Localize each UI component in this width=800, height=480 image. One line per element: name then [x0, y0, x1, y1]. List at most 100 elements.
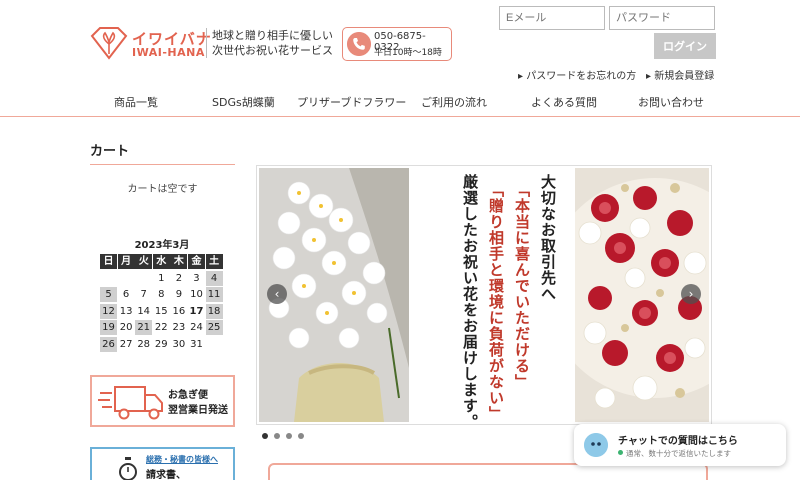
caret-right-icon: ▸: [646, 71, 655, 82]
calendar-day: 16: [172, 305, 186, 317]
nav-item-sdgs-orchid[interactable]: SDGs胡蝶蘭: [212, 94, 275, 110]
cart-title: カート: [90, 144, 130, 159]
nav-item-contact[interactable]: お問い合わせ: [638, 94, 704, 110]
slider-pagination: [262, 433, 322, 441]
hero-slider[interactable]: 大切なお取引先へ 「本当に喜んでいただける」 「贈り相手と環境に負荷がない」 厳…: [256, 165, 712, 425]
calendar-day: 9: [175, 289, 183, 300]
calendar-day: 30: [172, 338, 186, 350]
calendar-day: 21: [135, 320, 153, 335]
invoice-banner[interactable]: 総務・秘書の皆様へ 請求書、: [90, 447, 235, 480]
cart-empty-message: カートは空です: [127, 184, 198, 195]
slider-dot[interactable]: [286, 433, 292, 439]
stopwatch-icon: [119, 457, 137, 480]
logo-divider: [206, 28, 207, 58]
calendar-day: 1: [158, 272, 165, 284]
login-button[interactable]: ログイン: [654, 33, 716, 59]
register-link[interactable]: ▸ 新規会員登録: [646, 67, 714, 82]
calendar-day: 15: [154, 305, 168, 317]
tagline: 地球と贈り相手に優しい 次世代お祝い花サービス: [212, 28, 333, 58]
calendar-day: 13: [119, 305, 133, 317]
delivery-truck-icon: [98, 386, 163, 420]
phone-contact[interactable]: 050-6875-0322 平日10時〜18時: [342, 27, 452, 61]
calendar-empty-cell: [135, 271, 152, 286]
calendar-weekday: 土: [205, 254, 223, 269]
calendar-day: 10: [190, 289, 203, 300]
register-label: 新規会員登録: [654, 71, 715, 82]
forgot-password-link[interactable]: ▸ パスワードをお忘れの方: [518, 67, 636, 82]
caret-right-icon: ▸: [518, 71, 527, 82]
calendar-week-row: 12 13 14 15 16 17 18: [100, 303, 224, 320]
express-title: お急ぎ便: [168, 390, 208, 401]
forgot-password-label: パスワードをお忘れの方: [526, 71, 637, 82]
calendar-day: 26: [100, 336, 117, 352]
invoice-banner-caption: 総務・秘書の皆様へ: [146, 455, 218, 464]
calendar-day: 12: [100, 303, 117, 319]
calendar-title: 2023年3月: [134, 240, 190, 251]
password-input[interactable]: [609, 6, 715, 30]
calendar-day: 23: [172, 322, 186, 333]
calendar-day: 25: [205, 320, 223, 335]
calendar-day: 31: [190, 338, 203, 350]
slider-text-line-1: 大切なお取引先へ: [539, 174, 557, 302]
calendar-weekday-row: 日月火水木金土: [100, 254, 224, 270]
express-subtitle: 翌営業日発送: [168, 405, 228, 416]
slider-text-area: 大切なお取引先へ 「本当に喜んでいただける」 「贈り相手と環境に負荷がない」 厳…: [409, 168, 575, 425]
phone-hours: 平日10時〜18時: [374, 48, 442, 58]
chat-status: 通常、数十分で返信いたします: [626, 449, 731, 458]
calendar-day: 17: [189, 305, 204, 317]
calendar-day: 6: [122, 289, 130, 300]
business-calendar: 日月火水木金土 1 2 3 4 5 6 7 8 9 10 11 12 13 14 15 16 17 18 19 20 21…: [100, 254, 224, 353]
chat-widget[interactable]: チャットでの質問はこちら 通常、数十分で返信いたします: [574, 424, 786, 466]
chat-title: チャットでの質問はこちら: [618, 436, 738, 447]
calendar-week-row: 26 27 28 29 30 31: [100, 336, 224, 353]
slider-dot[interactable]: [274, 433, 280, 439]
nav-item-products[interactable]: 商品一覧: [114, 94, 158, 110]
chat-bubble-icon: [584, 433, 608, 457]
calendar-week-row: 5 6 7 8 9 10 11: [100, 287, 224, 303]
express-delivery-banner[interactable]: お急ぎ便 翌営業日発送: [90, 375, 235, 427]
slider-dot[interactable]: [298, 433, 304, 439]
phone-icon: [347, 32, 371, 56]
calendar-day: 2: [175, 272, 183, 284]
calendar-day: 28: [137, 338, 151, 350]
calendar-day: 24: [190, 322, 203, 333]
slider-text-line-2: 「本当に喜んでいただける」: [513, 182, 531, 390]
calendar-day: 14: [137, 305, 151, 317]
calendar-day: 22: [154, 322, 168, 333]
tagline-line-2: 次世代お祝い花サービス: [212, 44, 333, 57]
calendar-weekday: 木: [170, 254, 188, 269]
calendar-weekday: 金: [187, 254, 205, 269]
calendar-weekday: 月: [117, 254, 135, 269]
nav-divider: [0, 116, 800, 117]
calendar-week-row: 1234: [100, 270, 224, 287]
calendar-day: 18: [205, 303, 223, 319]
slider-text-line-3: 「贈り相手と環境に負荷がない」: [487, 182, 505, 422]
calendar-empty-cell: [206, 337, 223, 352]
logo-text-en: IWAI-HANA: [132, 46, 205, 59]
page: イワイバナ IWAI-HANA 地球と贈り相手に優しい 次世代お祝い花サービス …: [0, 0, 800, 480]
calendar-empty-cell: [100, 271, 117, 286]
main-nav: 商品一覧 SDGs胡蝶蘭 プリザーブドフラワー ご利用の流れ よくある質問 お問…: [0, 88, 800, 116]
tagline-line-1: 地球と贈り相手に優しい: [212, 29, 333, 42]
calendar-day: 3: [193, 272, 200, 284]
nav-item-usage-flow[interactable]: ご利用の流れ: [421, 94, 487, 110]
cart-divider: [90, 164, 235, 165]
slider-next-button[interactable]: ›: [681, 284, 701, 304]
slider-dot[interactable]: [262, 433, 268, 439]
calendar-day: 19: [100, 320, 117, 335]
online-status-dot: [618, 450, 623, 455]
calendar-day: 5: [100, 287, 117, 302]
calendar-empty-cell: [118, 271, 135, 286]
slider-text-line-4: 厳選したお祝い花をお届けします。: [461, 174, 479, 425]
calendar-day: 4: [205, 270, 223, 286]
calendar-day: 8: [158, 289, 165, 300]
email-input[interactable]: [499, 6, 605, 30]
calendar-day: 7: [140, 289, 147, 300]
calendar-weekday: 水: [152, 254, 170, 269]
calendar-day: 27: [119, 338, 133, 350]
nav-item-preserved-flower[interactable]: プリザーブドフラワー: [297, 94, 406, 110]
calendar-week-row: 19 20 21 22 23 24 25: [100, 320, 224, 336]
slider-prev-button[interactable]: ‹: [267, 284, 287, 304]
nav-item-faq[interactable]: よくある質問: [531, 94, 597, 110]
calendar-weekday: 日: [100, 254, 117, 269]
